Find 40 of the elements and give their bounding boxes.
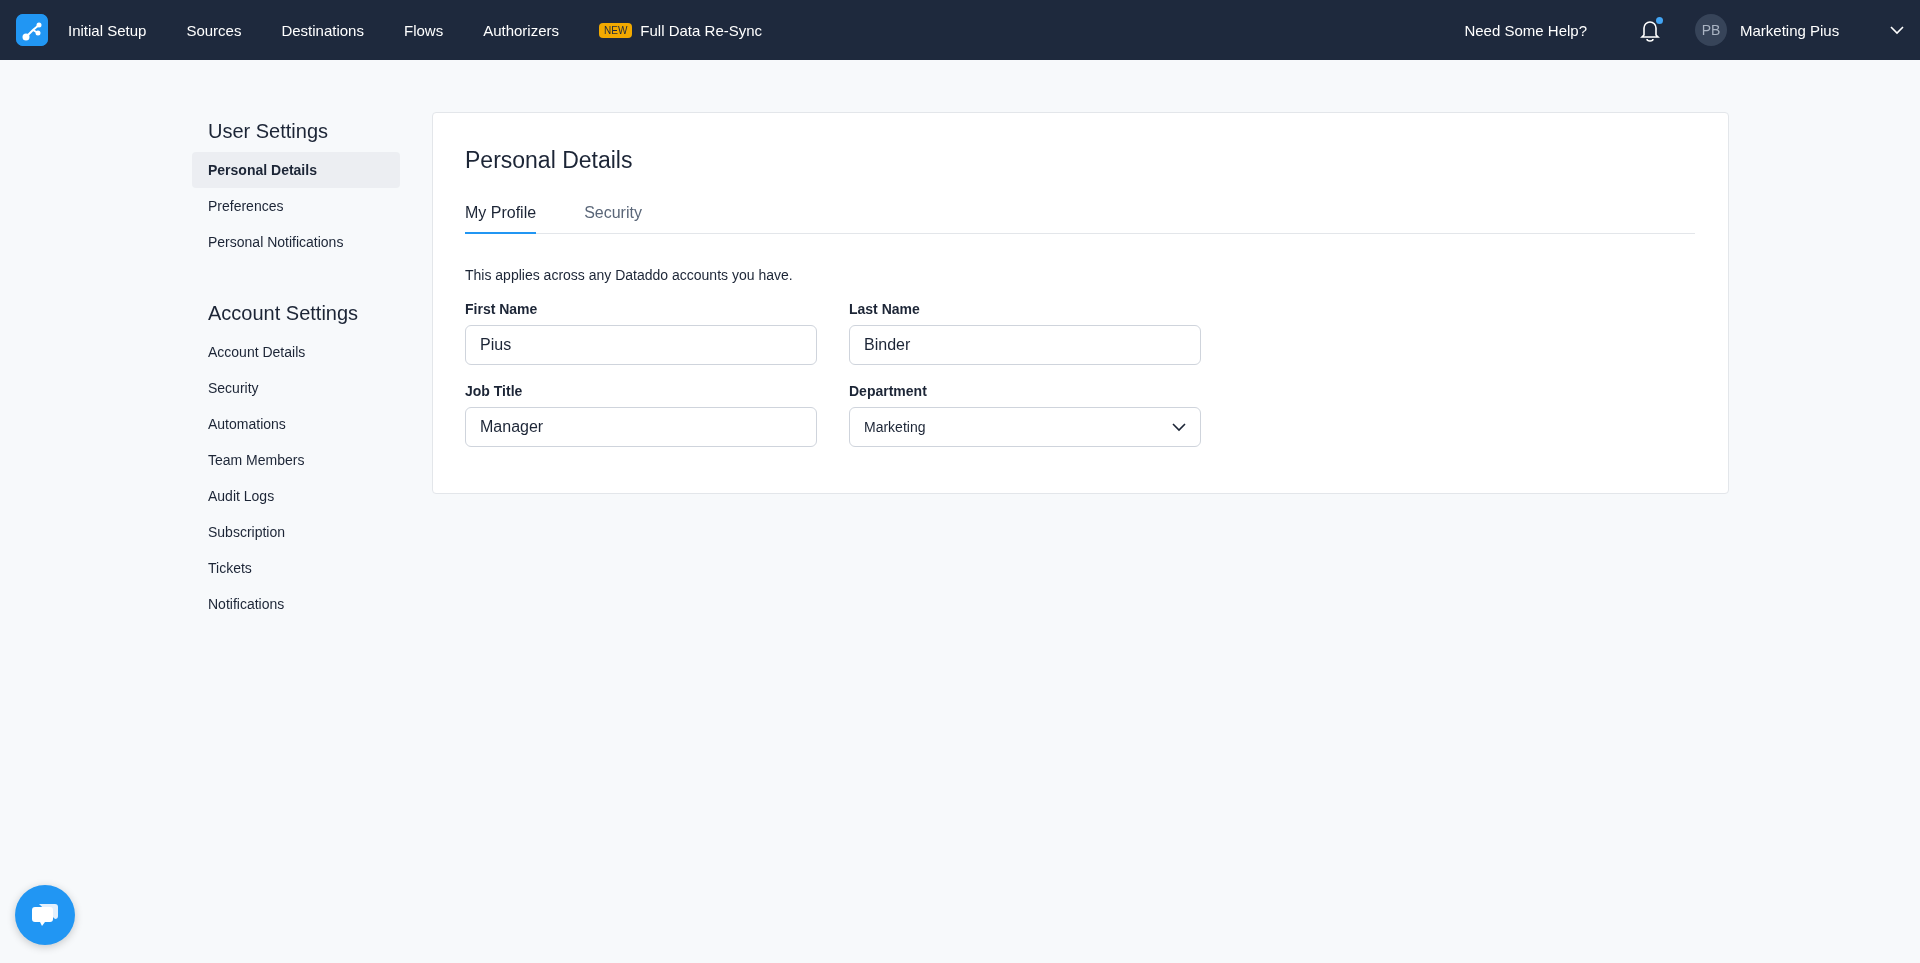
sidebar-item[interactable]: Personal Details — [192, 152, 400, 188]
description-text: This applies across any Dataddo accounts you have. — [465, 267, 794, 283]
department-dropdown[interactable]: Marketing — [849, 407, 1201, 447]
section-heading: Account Settings — [208, 301, 360, 325]
sidebar-item[interactable]: Notifications — [192, 586, 400, 622]
app-logo-icon[interactable] — [16, 14, 48, 46]
avatar[interactable]: PB — [1695, 14, 1727, 46]
input-field[interactable]: Binder — [849, 325, 1201, 365]
sidebar-item[interactable]: Preferences — [192, 188, 400, 224]
sidebar-item[interactable]: Personal Notifications — [192, 224, 400, 260]
input-field[interactable]: Pius — [465, 325, 817, 365]
sidebar-item[interactable]: Account Details — [192, 334, 400, 370]
section-heading: User Settings — [208, 119, 330, 143]
tab[interactable]: Security — [584, 202, 642, 234]
chevron-down-icon[interactable] — [1890, 25, 1904, 35]
nav-link[interactable]: Initial Setup — [68, 21, 147, 39]
field-label: Last Name — [849, 301, 921, 317]
field-label: First Name — [465, 301, 539, 317]
nav-link[interactable]: Authorizers — [483, 21, 559, 39]
chevron-down-icon — [1172, 422, 1186, 432]
chat-button[interactable] — [15, 885, 75, 945]
chat-bubbles-icon — [31, 902, 59, 928]
nav-link[interactable]: Destinations — [281, 21, 364, 39]
field-label: Job Title — [465, 383, 524, 399]
user-name[interactable]: Marketing Pius — [1740, 21, 1890, 39]
new-badge: NEW — [599, 22, 633, 38]
nav-link[interactable]: Flows — [403, 21, 444, 39]
sidebar-item[interactable]: Security — [192, 370, 400, 406]
field-label: Department — [849, 383, 928, 399]
sidebar-item[interactable]: Team Members — [192, 442, 400, 478]
nav-link[interactable]: NEW Full Data Re-Sync — [599, 21, 763, 39]
sidebar-item[interactable]: Audit Logs — [192, 478, 400, 514]
nav-link[interactable]: Sources — [186, 21, 242, 39]
sidebar-item[interactable]: Subscription — [192, 514, 400, 550]
help-link[interactable]: Need Some Help? — [1464, 21, 1587, 39]
input-field[interactable]: Manager — [465, 407, 817, 447]
page-title: Personal Details — [465, 146, 634, 174]
sidebar-item[interactable]: Tickets — [192, 550, 400, 586]
tab[interactable]: My Profile — [465, 202, 537, 234]
sidebar-item[interactable]: Automations — [192, 406, 400, 442]
